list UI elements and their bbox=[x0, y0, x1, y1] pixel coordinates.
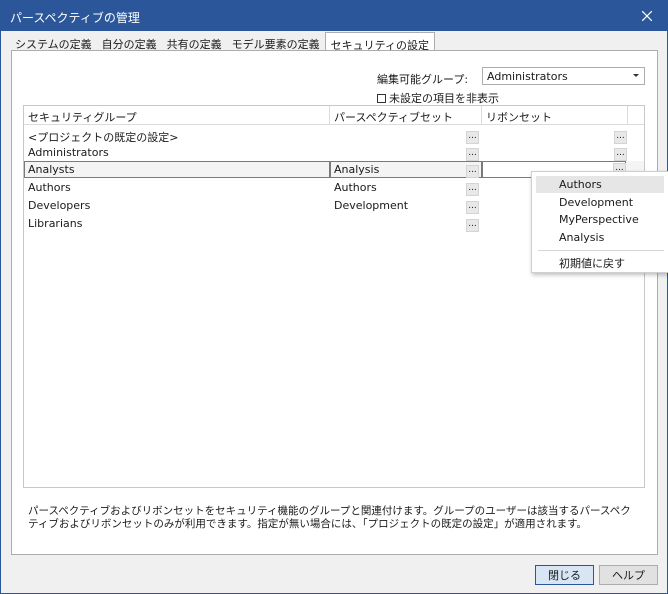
close-button[interactable]: 閉じる bbox=[535, 565, 594, 585]
group-cell: Developers bbox=[28, 199, 91, 212]
window-title: パースペクティブの管理 bbox=[10, 11, 140, 25]
perspective-browse-button[interactable]: ... bbox=[466, 219, 479, 232]
ribbon-set-menu: Authors Development MyPerspective Analys… bbox=[531, 171, 668, 273]
perspective-browse-button[interactable]: ... bbox=[466, 183, 479, 196]
editable-group-select[interactable]: Administrators bbox=[482, 67, 645, 85]
table-row[interactable]: <プロジェクトの既定の設定> ... ... bbox=[24, 127, 644, 144]
tab-strip: システムの定義 自分の定義 共有の定義 モデル要素の定義 セキュリティの設定 bbox=[10, 32, 436, 52]
tab-security[interactable]: セキュリティの設定 bbox=[324, 32, 436, 52]
group-cell: Librarians bbox=[28, 217, 83, 230]
grid-header: セキュリティグループ パースペクティブセット リボンセット bbox=[24, 106, 644, 125]
menu-item-reset[interactable]: 初期値に戻す bbox=[536, 253, 664, 270]
perspective-browse-button[interactable]: ... bbox=[466, 148, 479, 161]
table-row[interactable]: Administrators ... ... bbox=[24, 144, 644, 161]
hide-unset-row: 未設定の項目を非表示 bbox=[377, 90, 499, 106]
perspective-cell: Analysis bbox=[334, 163, 380, 176]
hide-unset-checkbox[interactable] bbox=[377, 93, 386, 103]
editable-group-value: Administrators bbox=[487, 70, 568, 83]
menu-item-development[interactable]: Development bbox=[536, 194, 664, 211]
ribbon-browse-button[interactable]: ... bbox=[614, 148, 627, 161]
group-cell: Authors bbox=[28, 181, 71, 194]
tab-shared[interactable]: 共有の定義 bbox=[162, 33, 227, 51]
close-icon bbox=[642, 11, 652, 21]
menu-separator bbox=[538, 250, 664, 251]
dialog-window: パースペクティブの管理 システムの定義 自分の定義 共有の定義 モデル要素の定義… bbox=[0, 0, 668, 594]
column-header-ribbon[interactable]: リボンセット bbox=[482, 106, 628, 125]
editable-group-label: 編集可能グループ: bbox=[377, 73, 469, 86]
group-cell: Administrators bbox=[28, 146, 109, 159]
column-header-perspective[interactable]: パースペクティブセット bbox=[330, 106, 482, 125]
perspective-cell: Development bbox=[334, 199, 409, 212]
menu-item-myperspective[interactable]: MyPerspective bbox=[536, 211, 664, 228]
tab-mine[interactable]: 自分の定義 bbox=[97, 33, 162, 51]
close-window-button[interactable] bbox=[627, 1, 667, 31]
title-bar: パースペクティブの管理 bbox=[1, 1, 667, 31]
column-header-group[interactable]: セキュリティグループ bbox=[24, 106, 330, 125]
ribbon-browse-button[interactable]: ... bbox=[614, 131, 627, 144]
description-text: パースペクティブおよびリボンセットをセキュリティ機能のグループと関連付けます。グ… bbox=[28, 505, 631, 530]
group-cell: Analysts bbox=[28, 163, 75, 176]
chevron-down-icon bbox=[633, 74, 639, 77]
tab-system[interactable]: システムの定義 bbox=[10, 33, 97, 51]
perspective-browse-button[interactable]: ... bbox=[466, 165, 479, 178]
group-cell: <プロジェクトの既定の設定> bbox=[28, 131, 179, 144]
tab-model-elements[interactable]: モデル要素の定義 bbox=[227, 33, 325, 51]
menu-item-authors[interactable]: Authors bbox=[536, 176, 664, 193]
hide-unset-label: 未設定の項目を非表示 bbox=[389, 92, 499, 105]
help-button[interactable]: ヘルプ bbox=[599, 565, 658, 585]
perspective-browse-button[interactable]: ... bbox=[466, 201, 479, 214]
perspective-cell: Authors bbox=[334, 181, 377, 194]
perspective-browse-button[interactable]: ... bbox=[466, 131, 479, 144]
menu-item-analysis[interactable]: Analysis bbox=[536, 229, 664, 246]
